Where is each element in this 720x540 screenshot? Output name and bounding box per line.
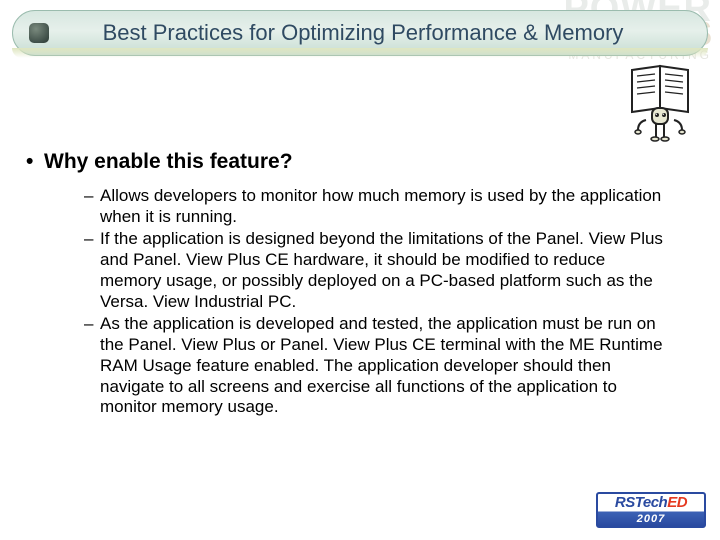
- content-body: Why enable this feature? Allows develope…: [44, 150, 670, 420]
- footer-logo: RSTechED 2007: [596, 492, 706, 528]
- list-item: Allows developers to monitor how much me…: [84, 186, 670, 227]
- book-character-icon: [626, 62, 696, 142]
- footer-logo-brand: RSTechED: [598, 494, 704, 512]
- slide-title: Best Practices for Optimizing Performanc…: [49, 20, 707, 46]
- list-item: If the application is designed beyond th…: [84, 229, 670, 312]
- footer-logo-year: 2007: [598, 512, 704, 526]
- footer-brand-left: RSTech: [615, 494, 667, 511]
- lead-question: Why enable this feature?: [44, 150, 670, 174]
- title-bullet-icon: [29, 23, 49, 43]
- list-item: As the application is developed and test…: [84, 314, 670, 418]
- title-bar: Best Practices for Optimizing Performanc…: [12, 10, 708, 56]
- bullet-list: Allows developers to monitor how much me…: [84, 186, 670, 418]
- footer-brand-right: ED: [667, 494, 687, 511]
- slide: POWER BUSINESS MANUFACTURING Best Practi…: [0, 0, 720, 540]
